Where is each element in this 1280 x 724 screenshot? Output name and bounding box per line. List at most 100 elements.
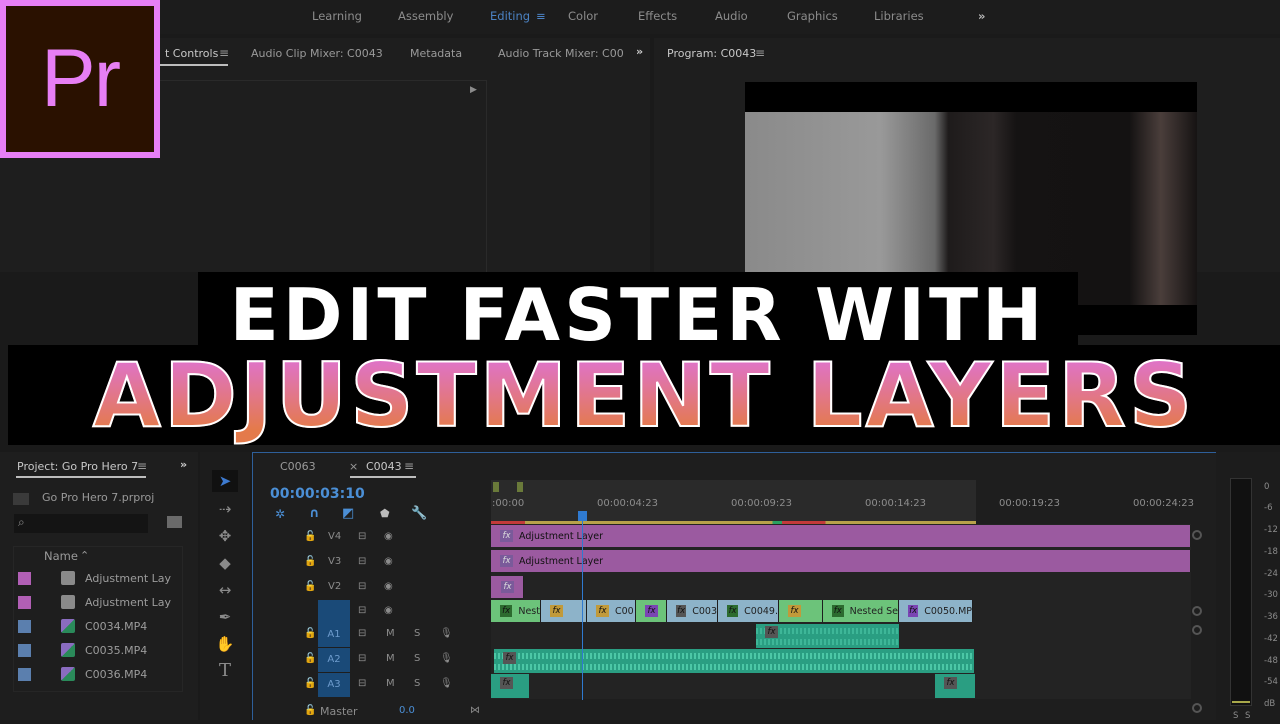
timeline-tab-c0043[interactable]: C0043: [366, 460, 402, 473]
v1-clip[interactable]: fx: [779, 600, 823, 622]
timeline-settings-wrench-icon[interactable]: 🔧: [411, 506, 427, 521]
master-volume-value[interactable]: 0.0: [399, 705, 415, 716]
panel-menu-icon[interactable]: ≡: [219, 46, 229, 60]
lock-icon[interactable]: 🔓: [304, 678, 316, 689]
adjustment-layer-clip-v2[interactable]: fx: [491, 576, 524, 598]
workspace-overflow-icon[interactable]: »: [978, 9, 985, 23]
lock-icon[interactable]: 🔓: [304, 705, 316, 716]
sync-lock-icon[interactable]: ⊟: [358, 653, 366, 664]
eye-icon[interactable]: ◉: [384, 581, 393, 592]
ripple-edit-tool-icon[interactable]: ✥: [212, 525, 238, 547]
hand-tool-icon[interactable]: ✋: [212, 633, 238, 655]
panel-overflow-icon[interactable]: »: [636, 45, 643, 58]
tab-audio-clip-mixer[interactable]: Audio Clip Mixer: C0043: [251, 47, 383, 60]
v1-clip[interactable]: fx Nest: [491, 600, 541, 622]
workspace-tab-color[interactable]: Color: [568, 9, 598, 23]
workspace-tab-editing[interactable]: Editing: [490, 9, 530, 23]
lock-icon[interactable]: 🔓: [304, 653, 316, 664]
timeline-tab-c0063[interactable]: C0063: [280, 460, 316, 473]
go-to-end-icon[interactable]: ⋈: [470, 705, 480, 716]
program-menu-icon[interactable]: ≡: [755, 46, 765, 60]
sync-lock-icon[interactable]: ⊟: [358, 556, 366, 567]
playhead-timecode[interactable]: 00:00:03:10: [270, 486, 365, 502]
type-tool-icon[interactable]: T: [212, 660, 238, 682]
mute-button[interactable]: M: [386, 678, 395, 689]
project-item[interactable]: C0036.MP4: [18, 665, 183, 683]
sync-lock-icon[interactable]: ⊟: [358, 531, 366, 542]
voiceover-mic-icon[interactable]: 🎙: [440, 653, 453, 664]
expand-arrow-icon[interactable]: ▶: [470, 85, 477, 95]
slip-tool-icon[interactable]: ↔: [212, 579, 238, 601]
pen-tool-icon[interactable]: ✒: [212, 606, 238, 628]
mute-button[interactable]: M: [386, 628, 395, 639]
voiceover-mic-icon[interactable]: 🎙: [440, 628, 453, 639]
timeline-menu-icon[interactable]: ≡: [404, 459, 414, 473]
eye-icon[interactable]: ◉: [384, 556, 393, 567]
adjustment-layer-clip-v4[interactable]: fx Adjustment Layer: [491, 525, 1191, 547]
project-item[interactable]: C0034.MP4: [18, 617, 183, 635]
audio-clip-a3[interactable]: fx: [935, 674, 975, 698]
workspace-tab-effects[interactable]: Effects: [638, 9, 677, 23]
project-item[interactable]: C0035.MP4: [18, 641, 183, 659]
eye-icon[interactable]: ◉: [384, 531, 393, 542]
audio-clip-a2[interactable]: fx: [494, 649, 974, 673]
marker-icon[interactable]: [493, 482, 499, 492]
v1-clip[interactable]: fx: [636, 600, 667, 622]
project-tab[interactable]: Project: Go Pro Hero 7: [17, 460, 138, 473]
sync-lock-icon[interactable]: ⊟: [358, 678, 366, 689]
workspace-tab-audio[interactable]: Audio: [715, 9, 748, 23]
adjustment-layer-clip-v3[interactable]: fx Adjustment Layer: [491, 550, 1191, 572]
project-menu-icon[interactable]: ≡: [137, 459, 147, 473]
project-overflow-icon[interactable]: »: [180, 458, 187, 471]
snap-icon[interactable]: ∩: [309, 506, 320, 521]
workspace-tab-libraries[interactable]: Libraries: [874, 9, 924, 23]
project-search-input[interactable]: ⌕: [14, 514, 148, 533]
linked-selection-icon[interactable]: ◩: [342, 506, 354, 521]
lock-icon[interactable]: 🔓: [304, 581, 316, 592]
workspace-menu-icon[interactable]: ≡: [536, 9, 546, 23]
project-item[interactable]: Adjustment Lay: [18, 569, 183, 587]
selection-tool-icon[interactable]: ➤: [212, 470, 238, 492]
add-marker-icon[interactable]: ⬟: [380, 507, 390, 520]
column-header-name[interactable]: Name: [44, 549, 78, 563]
sort-ascending-icon[interactable]: ⌃: [80, 549, 89, 562]
playhead-line[interactable]: [582, 520, 583, 700]
razor-tool-icon[interactable]: ◆: [212, 552, 238, 574]
zoom-scroll-handle[interactable]: [1192, 625, 1202, 635]
lock-icon[interactable]: 🔓: [304, 628, 316, 639]
v1-clip[interactable]: fx: [541, 600, 587, 622]
v1-clip[interactable]: fx C003: [667, 600, 718, 622]
track-select-tool-icon[interactable]: ⇢: [212, 498, 238, 520]
new-search-bin-icon[interactable]: [167, 516, 182, 528]
solo-button[interactable]: S: [414, 653, 420, 664]
program-title[interactable]: Program: C0043: [667, 47, 756, 60]
tab-effect-controls[interactable]: t Controls: [165, 47, 218, 60]
sync-lock-icon[interactable]: ⊟: [358, 581, 366, 592]
solo-button[interactable]: S: [414, 678, 420, 689]
v1-clip[interactable]: fx C0050.MP: [899, 600, 973, 622]
audio-clip-a1[interactable]: fx: [756, 624, 899, 648]
zoom-scroll-handle[interactable]: [1192, 530, 1202, 540]
eye-icon[interactable]: ◉: [384, 605, 393, 616]
tab-audio-track-mixer[interactable]: Audio Track Mixer: C00: [498, 47, 624, 60]
zoom-scroll-handle[interactable]: [1192, 703, 1202, 713]
v1-clip[interactable]: fx C0049.: [718, 600, 779, 622]
voiceover-mic-icon[interactable]: 🎙: [440, 678, 453, 689]
solo-button[interactable]: S: [414, 628, 420, 639]
tab-metadata[interactable]: Metadata: [410, 47, 462, 60]
sync-lock-icon[interactable]: ⊟: [358, 605, 366, 616]
workspace-tab-graphics[interactable]: Graphics: [787, 9, 838, 23]
sync-lock-icon[interactable]: ⊟: [358, 628, 366, 639]
marker-icon[interactable]: [517, 482, 523, 492]
v1-clip[interactable]: fx Nested Se: [823, 600, 899, 622]
close-tab-icon[interactable]: ×: [349, 460, 358, 473]
lock-icon[interactable]: 🔓: [304, 556, 316, 567]
workspace-tab-learning[interactable]: Learning: [312, 9, 362, 23]
zoom-scroll-handle[interactable]: [1192, 606, 1202, 616]
lock-icon[interactable]: 🔓: [304, 531, 316, 542]
v1-clip[interactable]: fx C00: [587, 600, 636, 622]
workspace-tab-assembly[interactable]: Assembly: [398, 9, 453, 23]
nest-toggle-icon[interactable]: ✲: [275, 507, 285, 521]
project-item[interactable]: Adjustment Lay: [18, 593, 183, 611]
audio-clip-a3[interactable]: fx: [491, 674, 529, 698]
